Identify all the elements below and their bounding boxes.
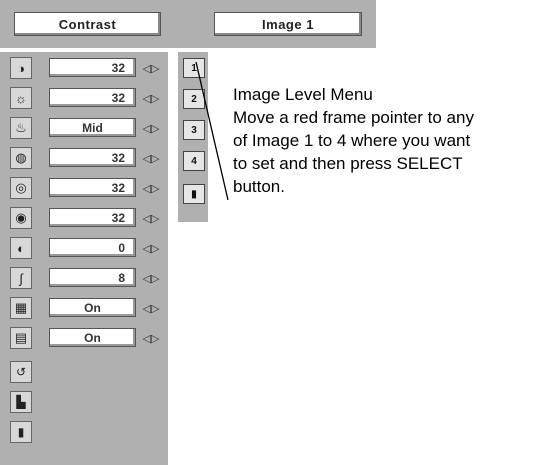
note-line: button.	[233, 177, 285, 196]
note-line: of Image 1 to 4 where you want	[233, 131, 471, 150]
note-line: to set and then press SELECT	[233, 154, 463, 173]
note-line: Move a red frame pointer to any	[233, 108, 474, 127]
pointer-line	[195, 61, 229, 201]
note-line: Image Level Menu	[233, 85, 373, 104]
image-level-note: Image Level Menu Move a red frame pointe…	[233, 83, 543, 198]
